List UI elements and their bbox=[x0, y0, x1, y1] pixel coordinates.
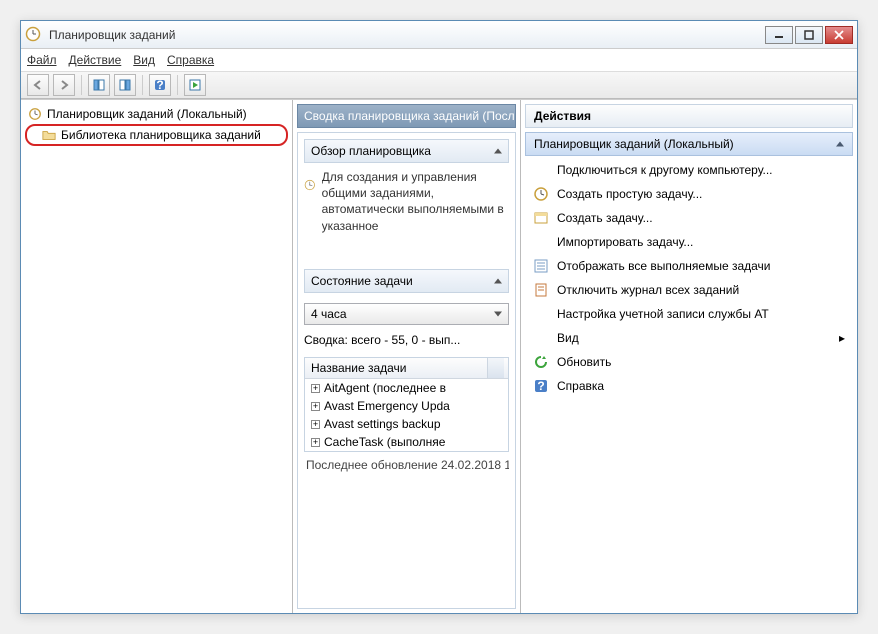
summary-pane: Сводка планировщика заданий (После Обзор… bbox=[293, 100, 521, 613]
list-icon bbox=[533, 258, 549, 274]
window-controls bbox=[765, 26, 853, 44]
expand-icon[interactable]: + bbox=[311, 402, 320, 411]
title-bar[interactable]: Планировщик заданий bbox=[21, 21, 857, 49]
help-icon: ? bbox=[533, 378, 549, 394]
clock-icon bbox=[27, 106, 43, 122]
action-create-basic[interactable]: Создать простую задачу... bbox=[525, 182, 853, 206]
tree-library-label: Библиотека планировщика заданий bbox=[61, 128, 261, 142]
menu-bar: Файл Действие Вид Справка bbox=[21, 49, 857, 71]
tree-root-label: Планировщик заданий (Локальный) bbox=[47, 107, 247, 121]
action-view[interactable]: Вид▸ bbox=[525, 326, 853, 350]
refresh-icon bbox=[533, 354, 549, 370]
toolbar: ? bbox=[21, 71, 857, 99]
action-connect[interactable]: Подключиться к другому компьютеру... bbox=[525, 158, 853, 182]
action-import-task[interactable]: Импортировать задачу... bbox=[525, 230, 853, 254]
actions-section-header[interactable]: Планировщик заданий (Локальный) bbox=[525, 132, 853, 156]
close-button[interactable] bbox=[825, 26, 853, 44]
tree-root[interactable]: Планировщик заданий (Локальный) bbox=[25, 104, 288, 124]
task-column-header[interactable]: Название задачи bbox=[305, 358, 508, 379]
blank-icon bbox=[533, 330, 549, 346]
forward-button[interactable] bbox=[53, 74, 75, 96]
separator bbox=[142, 75, 143, 95]
separator bbox=[177, 75, 178, 95]
action-help[interactable]: ?Справка bbox=[525, 374, 853, 398]
menu-file[interactable]: Файл bbox=[27, 53, 57, 67]
show-hide-tree-button[interactable] bbox=[88, 74, 110, 96]
maximize-button[interactable] bbox=[795, 26, 823, 44]
expand-icon[interactable]: + bbox=[311, 384, 320, 393]
last-update: Последнее обновление 24.02.2018 19: bbox=[304, 452, 509, 474]
task-item[interactable]: +CacheTask (выполняе bbox=[305, 433, 508, 451]
menu-view[interactable]: Вид bbox=[133, 53, 155, 67]
overview-section: Для создания и управления общими задания… bbox=[304, 169, 509, 261]
blank-icon bbox=[533, 306, 549, 322]
clock-icon bbox=[533, 186, 549, 202]
action-at-config[interactable]: Настройка учетной записи службы AT bbox=[525, 302, 853, 326]
separator bbox=[81, 75, 82, 95]
actions-title: Действия bbox=[525, 104, 853, 128]
task-icon bbox=[533, 210, 549, 226]
body: Планировщик заданий (Локальный) Библиоте… bbox=[21, 99, 857, 613]
menu-help[interactable]: Справка bbox=[167, 53, 214, 67]
tree-library[interactable]: Библиотека планировщика заданий bbox=[25, 124, 288, 146]
menu-action[interactable]: Действие bbox=[69, 53, 122, 67]
show-hide-actions-button[interactable] bbox=[114, 74, 136, 96]
run-button[interactable] bbox=[184, 74, 206, 96]
blank-icon bbox=[533, 234, 549, 250]
log-icon bbox=[533, 282, 549, 298]
window-title: Планировщик заданий bbox=[49, 28, 765, 42]
back-button[interactable] bbox=[27, 74, 49, 96]
task-item[interactable]: +AitAgent (последнее в bbox=[305, 379, 508, 397]
overview-header[interactable]: Обзор планировщика bbox=[304, 139, 509, 163]
svg-text:?: ? bbox=[156, 79, 163, 91]
task-item[interactable]: +Avast settings backup bbox=[305, 415, 508, 433]
action-disable-log[interactable]: Отключить журнал всех заданий bbox=[525, 278, 853, 302]
action-show-all[interactable]: Отображать все выполняемые задачи bbox=[525, 254, 853, 278]
folder-icon bbox=[41, 127, 57, 143]
expand-icon[interactable]: + bbox=[311, 438, 320, 447]
minimize-button[interactable] bbox=[765, 26, 793, 44]
overview-text: Для создания и управления общими задания… bbox=[322, 169, 509, 261]
expand-icon[interactable]: + bbox=[311, 420, 320, 429]
period-combo[interactable]: 4 часа bbox=[304, 303, 509, 325]
svg-text:?: ? bbox=[537, 379, 544, 393]
task-list[interactable]: Название задачи +AitAgent (последнее в +… bbox=[304, 357, 509, 452]
summary-text: Сводка: всего - 55, 0 - вып... bbox=[304, 333, 509, 347]
summary-body: Обзор планировщика Для создания и управл… bbox=[297, 132, 516, 609]
chevron-right-icon: ▸ bbox=[839, 331, 845, 345]
blank-icon bbox=[533, 162, 549, 178]
action-create-task[interactable]: Создать задачу... bbox=[525, 206, 853, 230]
task-scheduler-window: Планировщик заданий Файл Действие Вид Сп… bbox=[20, 20, 858, 614]
tree-pane[interactable]: Планировщик заданий (Локальный) Библиоте… bbox=[21, 100, 293, 613]
action-refresh[interactable]: Обновить bbox=[525, 350, 853, 374]
actions-list: Подключиться к другому компьютеру... Соз… bbox=[525, 158, 853, 398]
actions-pane: Действия Планировщик заданий (Локальный)… bbox=[521, 100, 857, 613]
app-icon bbox=[25, 26, 43, 44]
help-toolbar-button[interactable]: ? bbox=[149, 74, 171, 96]
task-item[interactable]: +Avast Emergency Upda bbox=[305, 397, 508, 415]
summary-title: Сводка планировщика заданий (После bbox=[297, 104, 516, 128]
clock-icon bbox=[304, 169, 316, 201]
status-header[interactable]: Состояние задачи bbox=[304, 269, 509, 293]
